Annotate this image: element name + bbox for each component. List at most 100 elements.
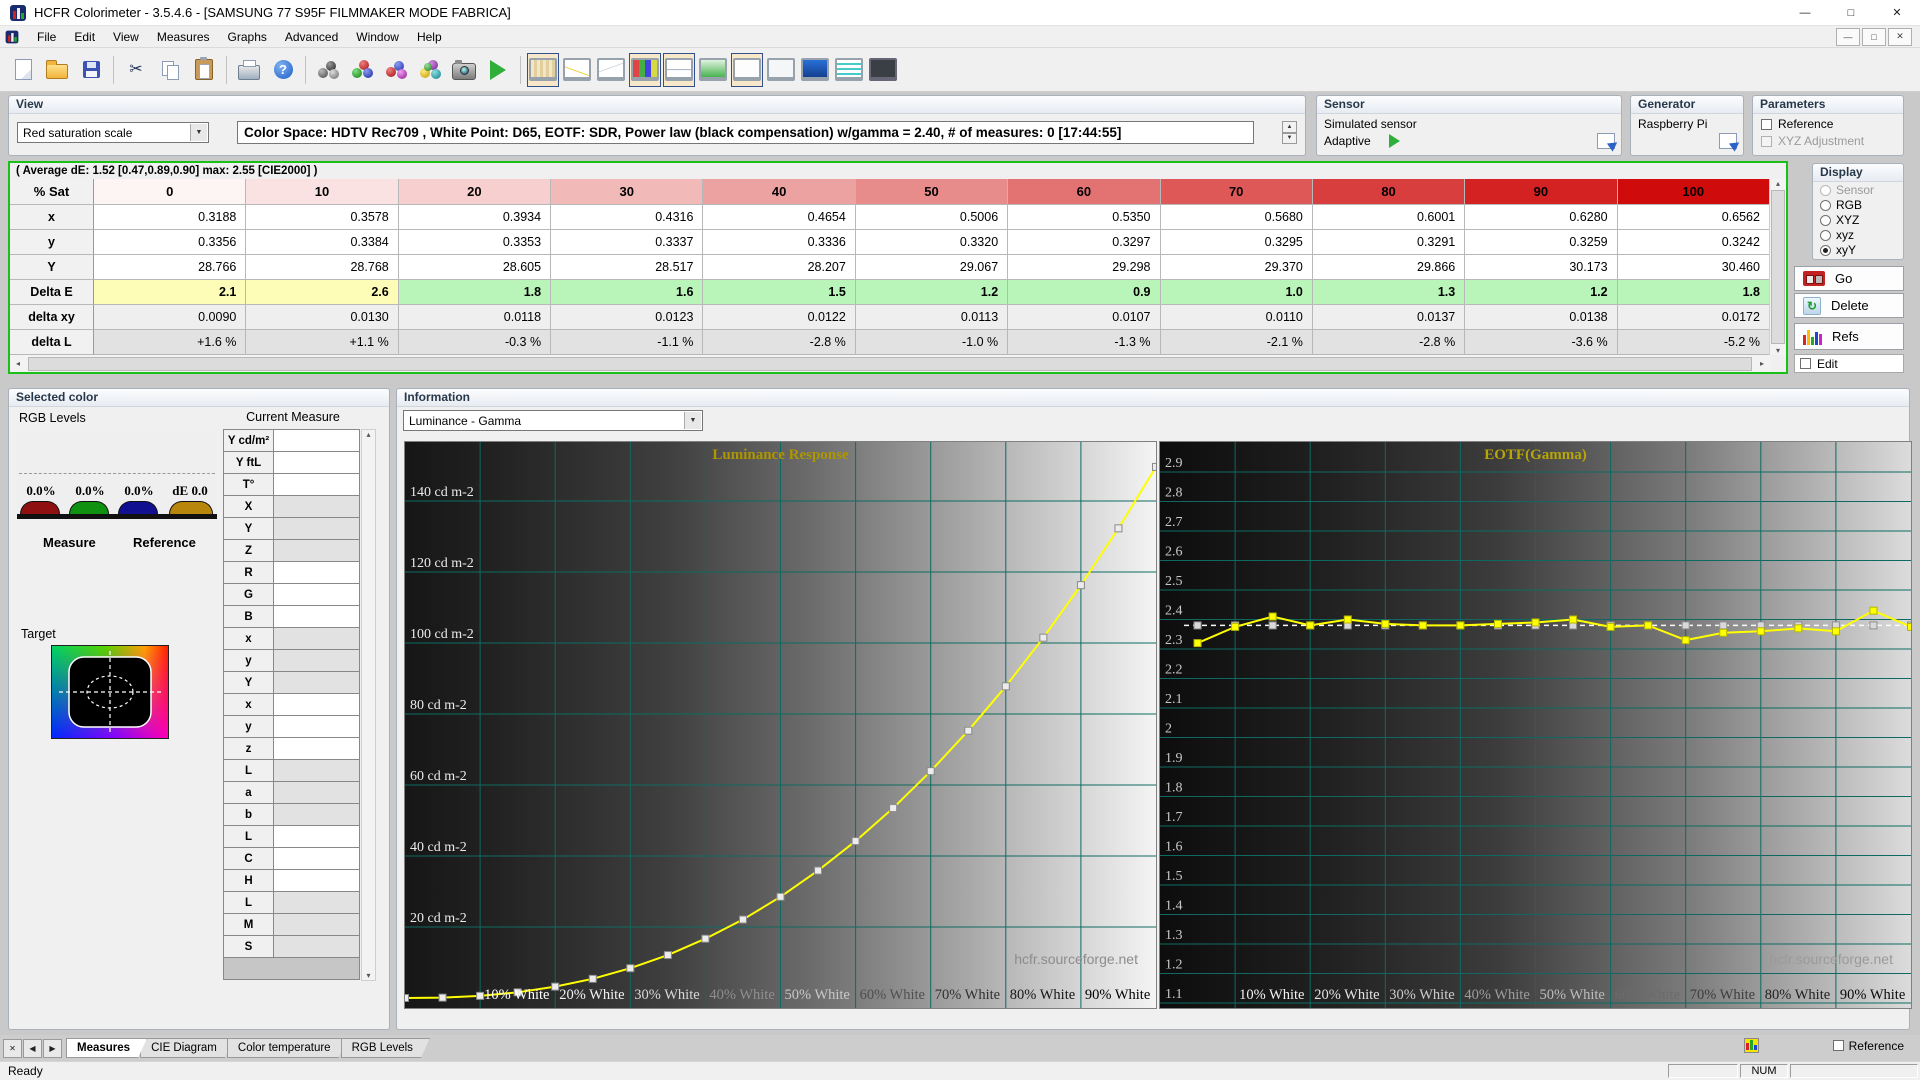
tab-cie-diagram[interactable]: CIE Diagram [140, 1038, 234, 1058]
tab-measures[interactable]: Measures [66, 1038, 147, 1058]
cell-y-20[interactable]: 28.605 [398, 255, 552, 280]
menu-item-file[interactable]: File [28, 28, 65, 46]
cell-y-90[interactable]: 0.3259 [1465, 230, 1618, 255]
view-nearblack-button[interactable] [595, 53, 627, 87]
radio-xyz[interactable] [1820, 214, 1831, 226]
cell-delta-xy-50[interactable]: 0.0113 [855, 305, 1009, 330]
cell-delta-xy-90[interactable]: 0.0138 [1465, 305, 1618, 330]
menu-item-view[interactable]: View [104, 28, 148, 46]
cell-x-10[interactable]: 0.3578 [246, 205, 399, 230]
cell-delta-l-80[interactable]: -2.8 % [1312, 330, 1466, 355]
paste-button[interactable] [188, 53, 220, 87]
cell-delta-l-30[interactable]: -1.1 % [551, 330, 704, 355]
run-measures-button[interactable] [482, 53, 514, 87]
reference-toggle-row[interactable]: Reference [1832, 1039, 1904, 1053]
view-blue-screen-button[interactable] [799, 53, 831, 87]
display-option-xyz[interactable]: XYZ [1813, 212, 1903, 227]
cell-y-20[interactable]: 0.3353 [398, 230, 552, 255]
view-free-measures-button[interactable] [867, 53, 899, 87]
menu-item-help[interactable]: Help [408, 28, 451, 46]
current-measure-scrollbar[interactable]: ▴ ▾ [361, 429, 376, 981]
mdi-restore-icon[interactable]: □ [1862, 27, 1886, 46]
cell-delta-xy-70[interactable]: 0.0110 [1160, 305, 1313, 330]
view-cie-diagram-button[interactable] [731, 52, 763, 87]
cell-x-0[interactable]: 0.3188 [94, 205, 247, 230]
cell-delta-l-50[interactable]: -1.0 % [855, 330, 1009, 355]
cell-delta-e-80[interactable]: 1.3 [1312, 280, 1466, 305]
scroll-left-icon[interactable]: ◂ [10, 359, 26, 368]
cell-x-50[interactable]: 0.5006 [855, 205, 1009, 230]
menu-item-advanced[interactable]: Advanced [276, 28, 347, 46]
cell-delta-e-20[interactable]: 1.8 [398, 280, 552, 305]
tab-next-icon[interactable]: ▶ [43, 1039, 62, 1058]
view-rgb-levels-button[interactable] [629, 52, 661, 87]
cut-button[interactable]: ✂ [120, 53, 152, 87]
new-file-button[interactable] [7, 53, 39, 87]
cell-delta-e-50[interactable]: 1.2 [855, 280, 1009, 305]
cell-x-70[interactable]: 0.5680 [1160, 205, 1313, 230]
cell-y-70[interactable]: 0.3295 [1160, 230, 1313, 255]
cell-y-50[interactable]: 0.3320 [855, 230, 1009, 255]
cell-x-100[interactable]: 0.6562 [1617, 205, 1770, 230]
cell-delta-xy-80[interactable]: 0.0137 [1312, 305, 1466, 330]
cell-x-30[interactable]: 0.4316 [551, 205, 704, 230]
scroll-right-icon[interactable]: ▸ [1754, 359, 1770, 368]
help-about-button[interactable]: ? [267, 53, 299, 87]
refs-button[interactable]: Refs [1794, 323, 1904, 350]
view-luminance-button[interactable] [663, 52, 695, 87]
cell-y-0[interactable]: 0.3356 [94, 230, 247, 255]
reference-checkbox[interactable] [1761, 118, 1772, 130]
cell-x-20[interactable]: 0.3934 [398, 205, 552, 230]
graph-select-dropdown[interactable]: Luminance - Gamma ▼ [403, 410, 703, 431]
table-horizontal-scrollbar[interactable]: ◂ ▸ [10, 355, 1770, 372]
cell-delta-e-40[interactable]: 1.5 [703, 280, 856, 305]
spinner-down-icon[interactable]: ▼ [1282, 132, 1297, 144]
cell-y-10[interactable]: 0.3384 [246, 230, 399, 255]
cell-delta-l-20[interactable]: -0.3 % [398, 330, 552, 355]
cell-y-70[interactable]: 29.370 [1160, 255, 1313, 280]
scroll-up-icon[interactable]: ▴ [1776, 179, 1780, 188]
view-color-temperature-button[interactable] [697, 53, 729, 87]
cell-y-30[interactable]: 28.517 [551, 255, 704, 280]
print-button[interactable] [233, 53, 265, 87]
scroll-down-icon[interactable]: ▾ [366, 971, 370, 980]
cell-y-40[interactable]: 0.3336 [703, 230, 856, 255]
cell-y-80[interactable]: 0.3291 [1312, 230, 1466, 255]
maxim ize-icon[interactable]: □ [1828, 0, 1874, 25]
cell-delta-xy-0[interactable]: 0.0090 [94, 305, 247, 330]
menu-item-edit[interactable]: Edit [65, 28, 104, 46]
cell-delta-e-0[interactable]: 2.1 [94, 280, 247, 305]
snapshot-camera-button[interactable] [448, 53, 480, 87]
cell-delta-xy-20[interactable]: 0.0118 [398, 305, 552, 330]
radio-xyz[interactable] [1820, 229, 1831, 241]
tab-prev-icon[interactable]: ◀ [23, 1039, 42, 1058]
cell-delta-xy-30[interactable]: 0.0123 [551, 305, 704, 330]
cell-y-60[interactable]: 0.3297 [1008, 230, 1161, 255]
cell-x-90[interactable]: 0.6280 [1465, 205, 1618, 230]
hscroll-thumb[interactable] [28, 356, 1752, 371]
view-contrast-button[interactable] [833, 53, 865, 87]
radio-xyy[interactable] [1820, 244, 1831, 256]
menu-item-measures[interactable]: Measures [148, 28, 219, 46]
cell-delta-l-60[interactable]: -1.3 % [1008, 330, 1161, 355]
cell-y-60[interactable]: 29.298 [1008, 255, 1161, 280]
cell-y-30[interactable]: 0.3337 [551, 230, 704, 255]
spinner-up-icon[interactable]: ▲ [1282, 121, 1297, 133]
cell-delta-xy-60[interactable]: 0.0107 [1008, 305, 1161, 330]
view-gamma-button[interactable] [561, 53, 593, 87]
cell-delta-xy-40[interactable]: 0.0122 [703, 305, 856, 330]
sensor-play-icon[interactable] [1388, 134, 1400, 148]
cell-y-50[interactable]: 29.067 [855, 255, 1009, 280]
cell-delta-l-0[interactable]: +1.6 % [94, 330, 247, 355]
radio-rgb[interactable] [1820, 199, 1831, 211]
view-measures-grid-button[interactable] [527, 52, 559, 87]
cell-y-80[interactable]: 29.866 [1312, 255, 1466, 280]
scale-select-dropdown[interactable]: Red saturation scale ▼ [17, 122, 209, 143]
tab-rgb-levels[interactable]: RGB Levels [341, 1038, 430, 1058]
scroll-up-icon[interactable]: ▴ [366, 430, 370, 439]
cell-delta-e-10[interactable]: 2.6 [246, 280, 399, 305]
menu-item-graphs[interactable]: Graphs [219, 28, 276, 46]
cell-delta-xy-100[interactable]: 0.0172 [1617, 305, 1770, 330]
primaries-measure-button[interactable] [346, 53, 378, 87]
cell-delta-e-90[interactable]: 1.2 [1465, 280, 1618, 305]
